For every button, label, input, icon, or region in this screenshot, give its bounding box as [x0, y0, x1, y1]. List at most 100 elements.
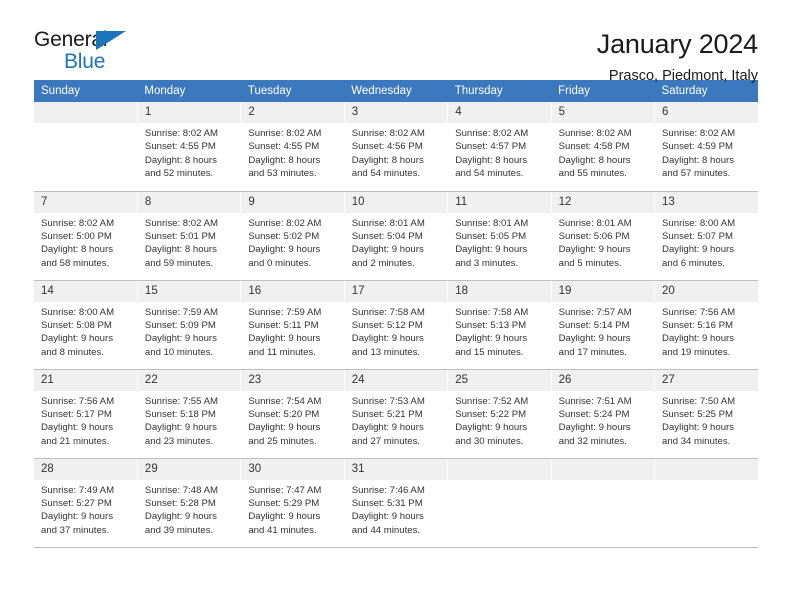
page-title: January 2024 — [596, 29, 758, 59]
day-cell[interactable]: 6 Sunrise: 8:02 AM Sunset: 4:59 PM Daylight… — [654, 102, 758, 192]
daylight-text: and 27 minutes. — [351, 435, 421, 447]
calendar-body: 1 Sunrise: 8:02 AM Sunset: 4:55 PM Daylight… — [34, 102, 758, 548]
daylight-text: and 34 minutes. — [662, 435, 731, 447]
day-cell[interactable]: 11 Sunrise: 8:01 AM Sunset: 5:05 PM Dayligh… — [447, 191, 552, 281]
daylight-text: Daylight: 9 hours — [558, 422, 631, 434]
sunrise-text: Sunrise: 8:02 AM — [558, 128, 632, 139]
day-cell[interactable]: 19 Sunrise: 7:57 AM Sunset: 5:14 PM Dayligh… — [551, 280, 656, 370]
day-info: Sunrise: 7:48 AM Sunset: 5:28 PM Daylight:… — [138, 480, 240, 538]
daylight-text: and 6 minutes. — [662, 257, 725, 269]
day-cell[interactable]: 20 Sunrise: 7:56 AM Sunset: 5:16 PM Dayligh… — [654, 280, 758, 370]
daylight-text: and 21 minutes. — [41, 435, 110, 447]
day-cell[interactable]: 28 Sunrise: 7:49 AM Sunset: 5:27 PM Dayligh… — [34, 458, 138, 548]
daylight-text: and 15 minutes. — [455, 346, 524, 358]
day-cell[interactable]: 25 Sunrise: 7:52 AM Sunset: 5:22 PM Dayligh… — [447, 369, 552, 459]
day-number: 6 — [655, 102, 758, 123]
daylight-text: and 23 minutes. — [144, 435, 214, 447]
day-cell[interactable]: 27 Sunrise: 7:50 AM Sunset: 5:25 PM Dayligh… — [654, 369, 758, 459]
daylight-text: Daylight: 8 hours — [662, 154, 735, 166]
logo-text-blue: Blue — [64, 50, 106, 73]
sunset-text: Sunset: 4:59 PM — [662, 141, 733, 153]
day-info: Sunrise: 7:58 AM Sunset: 5:13 PM Daylight:… — [448, 302, 550, 360]
day-cell[interactable]: 21 Sunrise: 7:56 AM Sunset: 5:17 PM Dayligh… — [34, 369, 138, 459]
sunset-text: Sunset: 5:06 PM — [558, 230, 630, 242]
day-number: 5 — [551, 102, 655, 123]
daylight-text: Daylight: 9 hours — [248, 511, 321, 523]
day-cell[interactable]: 22 Sunrise: 7:55 AM Sunset: 5:18 PM Dayligh… — [137, 369, 242, 459]
day-cell[interactable]: 2 Sunrise: 8:02 AM Sunset: 4:55 PM Daylight… — [240, 102, 345, 192]
sunrise-text: Sunrise: 7:58 AM — [455, 306, 529, 318]
day-cell[interactable]: 29 Sunrise: 7:48 AM Sunset: 5:28 PM Dayligh… — [137, 458, 242, 548]
day-cell[interactable]: 26 Sunrise: 7:51 AM Sunset: 5:24 PM Dayligh… — [551, 369, 656, 459]
day-info: Sunrise: 8:02 AM Sunset: 5:02 PM Daylight:… — [241, 213, 343, 271]
sunrise-text: Sunrise: 7:46 AM — [351, 484, 425, 496]
column-header-wednesday: Wednesday — [344, 80, 448, 102]
day-cell[interactable]: 31 Sunrise: 7:46 AM Sunset: 5:31 PM Dayligh… — [344, 458, 449, 548]
day-cell[interactable]: 18 Sunrise: 7:58 AM Sunset: 5:13 PM Dayligh… — [447, 280, 552, 370]
daylight-text: and 52 minutes. — [144, 168, 214, 180]
day-cell[interactable]: 14 Sunrise: 8:00 AM Sunset: 5:08 PM Dayligh… — [34, 280, 138, 370]
day-info: Sunrise: 7:51 AM Sunset: 5:24 PM Daylight:… — [552, 391, 654, 449]
sunrise-text: Sunrise: 7:56 AM — [662, 306, 736, 318]
daylight-text: and 10 minutes. — [144, 346, 214, 358]
day-number: 17 — [344, 280, 448, 302]
sunset-text: Sunset: 5:05 PM — [455, 230, 527, 242]
daylight-text: and 11 minutes. — [248, 346, 316, 358]
generalblue-logo[interactable]: General Blue — [34, 28, 144, 74]
day-cell[interactable]: 23 Sunrise: 7:54 AM Sunset: 5:20 PM Dayligh… — [240, 369, 345, 459]
daylight-text: Daylight: 8 hours — [248, 154, 321, 166]
sunrise-text: Sunrise: 7:57 AM — [558, 306, 632, 318]
daylight-text: Daylight: 9 hours — [662, 422, 735, 434]
daylight-text: Daylight: 9 hours — [144, 422, 217, 434]
day-cell[interactable]: 17 Sunrise: 7:58 AM Sunset: 5:12 PM Dayligh… — [344, 280, 449, 370]
day-cell[interactable]: 30 Sunrise: 7:47 AM Sunset: 5:29 PM Dayligh… — [240, 458, 345, 548]
sunrise-text: Sunrise: 7:54 AM — [248, 395, 322, 407]
daylight-text: Daylight: 9 hours — [455, 244, 528, 256]
day-cell[interactable]: 7 Sunrise: 8:02 AM Sunset: 5:00 PM Daylight… — [34, 191, 138, 281]
day-info: Sunrise: 7:59 AM Sunset: 5:11 PM Daylight:… — [241, 302, 343, 360]
day-cell[interactable]: 16 Sunrise: 7:59 AM Sunset: 5:11 PM Dayligh… — [240, 280, 345, 370]
sunset-text: Sunset: 5:28 PM — [144, 497, 216, 509]
day-number: 21 — [34, 369, 137, 391]
column-header-tuesday: Tuesday — [240, 80, 345, 102]
day-number: 8 — [137, 191, 241, 213]
daylight-text: Daylight: 9 hours — [41, 511, 113, 523]
sunset-text: Sunset: 4:57 PM — [455, 141, 527, 153]
day-cell[interactable]: 1 Sunrise: 8:02 AM Sunset: 4:55 PM Daylight… — [137, 102, 242, 192]
day-cell[interactable]: 13 Sunrise: 8:00 AM Sunset: 5:07 PM Dayligh… — [654, 191, 758, 281]
sunset-text: Sunset: 5:13 PM — [455, 319, 527, 331]
sunrise-text: Sunrise: 8:00 AM — [41, 306, 115, 318]
sunrise-text: Sunrise: 7:59 AM — [144, 306, 218, 318]
sunrise-text: Sunrise: 8:01 AM — [455, 217, 529, 229]
day-cell[interactable]: 24 Sunrise: 7:53 AM Sunset: 5:21 PM Dayligh… — [344, 369, 449, 459]
day-info: Sunrise: 8:02 AM Sunset: 5:00 PM Daylight:… — [34, 213, 137, 271]
sunset-text: Sunset: 4:56 PM — [351, 141, 423, 153]
sunset-text: Sunset: 5:01 PM — [144, 230, 216, 242]
sunrise-text: Sunrise: 8:02 AM — [248, 128, 322, 139]
day-info: Sunrise: 8:02 AM Sunset: 5:01 PM Daylight:… — [138, 213, 240, 271]
sunset-text: Sunset: 5:14 PM — [558, 319, 630, 331]
day-cell[interactable]: 3 Sunrise: 8:02 AM Sunset: 4:56 PM Daylight… — [344, 102, 449, 192]
sunset-text: Sunset: 5:09 PM — [144, 319, 216, 331]
day-info: Sunrise: 7:52 AM Sunset: 5:22 PM Daylight:… — [448, 391, 550, 449]
daylight-text: and 30 minutes. — [455, 435, 524, 447]
day-info: Sunrise: 8:00 AM Sunset: 5:08 PM Daylight:… — [34, 302, 137, 360]
page-subtitle: Prasco, Piedmont, Italy — [608, 68, 758, 84]
day-cell[interactable]: 12 Sunrise: 8:01 AM Sunset: 5:06 PM Dayligh… — [551, 191, 656, 281]
sunset-text: Sunset: 5:12 PM — [351, 319, 423, 331]
daylight-text: and 53 minutes. — [248, 168, 317, 180]
day-cell[interactable]: 10 Sunrise: 8:01 AM Sunset: 5:04 PM Dayligh… — [344, 191, 449, 281]
daylight-text: Daylight: 9 hours — [144, 511, 217, 523]
day-info: Sunrise: 7:56 AM Sunset: 5:16 PM Daylight:… — [655, 302, 758, 360]
daylight-text: Daylight: 8 hours — [144, 244, 217, 256]
day-cell[interactable]: 8 Sunrise: 8:02 AM Sunset: 5:01 PM Daylight… — [137, 191, 242, 281]
day-info: Sunrise: 7:55 AM Sunset: 5:18 PM Daylight:… — [138, 391, 240, 449]
day-info: Sunrise: 7:46 AM Sunset: 5:31 PM Daylight:… — [345, 480, 447, 538]
day-cell[interactable]: 5 Sunrise: 8:02 AM Sunset: 4:58 PM Daylight… — [551, 102, 656, 192]
sunset-text: Sunset: 5:11 PM — [248, 319, 319, 331]
day-cell[interactable]: 4 Sunrise: 8:02 AM Sunset: 4:57 PM Daylight… — [447, 102, 552, 192]
day-cell[interactable]: 15 Sunrise: 7:59 AM Sunset: 5:09 PM Dayligh… — [137, 280, 242, 370]
day-cell[interactable]: 9 Sunrise: 8:02 AM Sunset: 5:02 PM Daylight… — [240, 191, 345, 281]
daylight-text: and 59 minutes. — [144, 257, 214, 269]
day-cell-empty — [447, 458, 552, 548]
